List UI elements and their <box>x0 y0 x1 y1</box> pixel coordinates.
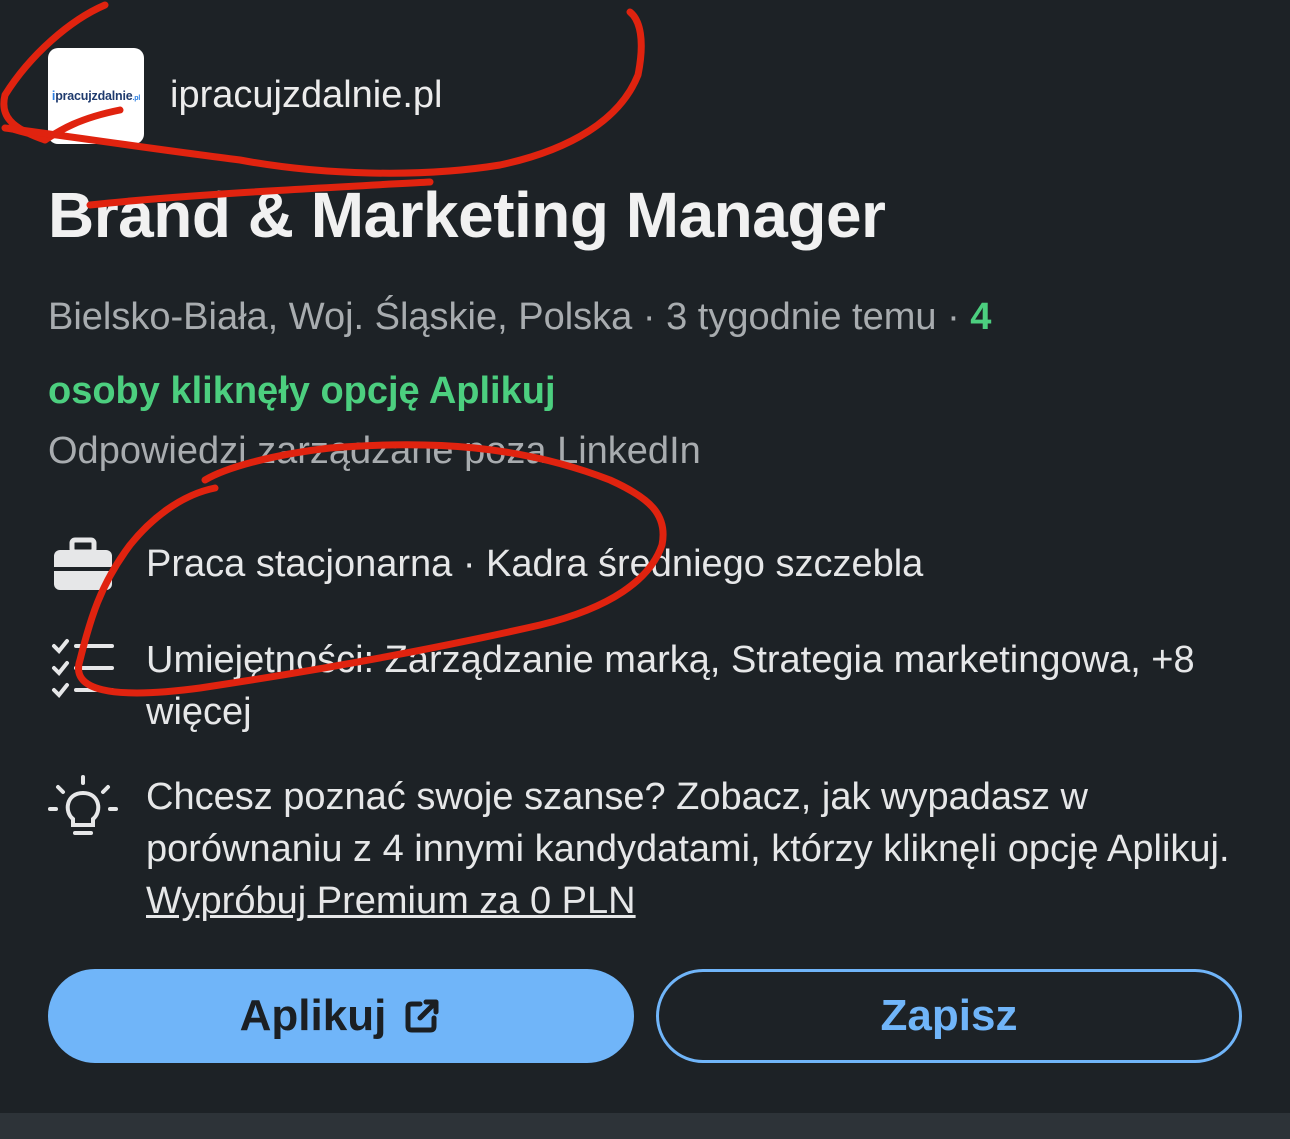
meta-separator: · <box>642 296 656 338</box>
meta-separator: · <box>947 296 960 338</box>
job-location: Bielsko-Biała, Woj. Śląskie, Polska <box>48 296 633 338</box>
company-logo[interactable]: ipracujzdalnie.pl <box>48 48 144 144</box>
job-title: Brand & Marketing Manager <box>48 179 886 251</box>
briefcase-icon <box>54 537 112 590</box>
lightbulb-icon <box>48 775 118 835</box>
job-card: ipracujzdalnie.pl ipracujzdalnie.pl Bran… <box>0 0 1290 1113</box>
skills-text: Umiejętności: Zarządzanie marką, Strateg… <box>146 639 1195 733</box>
job-meta: Bielsko-Biała, Woj. Śląskie, Polska · 3 … <box>48 280 1248 428</box>
insight-text: Chcesz poznać swoje szanse? Zobacz, jak … <box>146 776 1230 922</box>
checklist-icon <box>52 639 114 698</box>
external-link-icon <box>405 999 439 1033</box>
workplace-text: Praca stacjonarna · Kadra średniego szcz… <box>146 543 924 585</box>
save-button-label: Zapisz <box>880 991 1018 1040</box>
apply-button-label: Aplikuj <box>239 991 387 1040</box>
premium-link[interactable]: Wypróbuj Premium za 0 PLN <box>146 880 636 922</box>
apply-button[interactable]: Aplikuj <box>48 969 634 1063</box>
bottom-divider <box>0 1113 1290 1139</box>
save-button[interactable]: Zapisz <box>656 969 1242 1063</box>
job-posted: 3 tygodnie temu <box>666 296 937 338</box>
applicants-count: 4 <box>970 296 992 338</box>
applicants-text: osoby kliknęły opcję Aplikuj <box>48 370 556 412</box>
company-logo-text: ipracujzdalnie.pl <box>51 89 141 103</box>
company-name[interactable]: ipracujzdalnie.pl <box>170 74 443 117</box>
offsite-note: Odpowiedzi zarządzane poza LinkedIn <box>48 430 701 472</box>
